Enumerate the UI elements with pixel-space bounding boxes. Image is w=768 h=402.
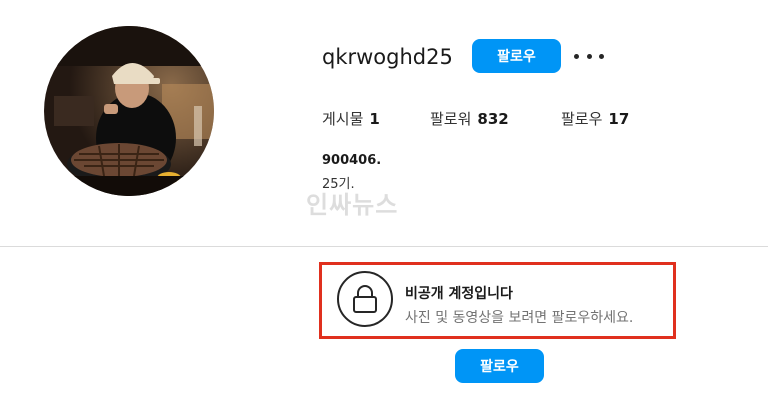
profile-username: qkrwoghd25 — [322, 45, 453, 69]
lock-icon — [337, 271, 393, 327]
follow-button-bottom[interactable]: 팔로우 — [455, 349, 544, 383]
stat-followers[interactable]: 팔로워 832 — [430, 109, 509, 129]
watermark: 인싸뉴스 — [306, 191, 399, 219]
stat-posts: 게시물 1 — [322, 109, 380, 129]
stat-followers-count: 832 — [477, 110, 509, 128]
divider — [0, 246, 768, 247]
follow-button[interactable]: 팔로우 — [472, 39, 561, 73]
stat-posts-label: 게시물 — [322, 110, 364, 128]
stat-following-label: 팔로우 — [561, 110, 603, 128]
stat-followers-label: 팔로워 — [430, 110, 472, 128]
stat-following[interactable]: 팔로우 17 — [561, 109, 629, 129]
stat-following-count: 17 — [608, 110, 630, 128]
lock-glyph — [353, 285, 377, 313]
more-horizontal-icon[interactable] — [574, 46, 604, 66]
dot — [574, 53, 579, 59]
profile-avatar[interactable] — [44, 26, 214, 196]
bio-name: 900406. — [322, 153, 382, 168]
dot — [586, 53, 592, 59]
stat-posts-count: 1 — [369, 110, 380, 128]
private-account-subtitle: 사진 및 동영상을 보려면 팔로우하세요. — [405, 310, 634, 326]
dot — [599, 53, 604, 59]
profile-photo — [44, 26, 214, 196]
private-account-title: 비공개 계정입니다 — [405, 286, 513, 302]
